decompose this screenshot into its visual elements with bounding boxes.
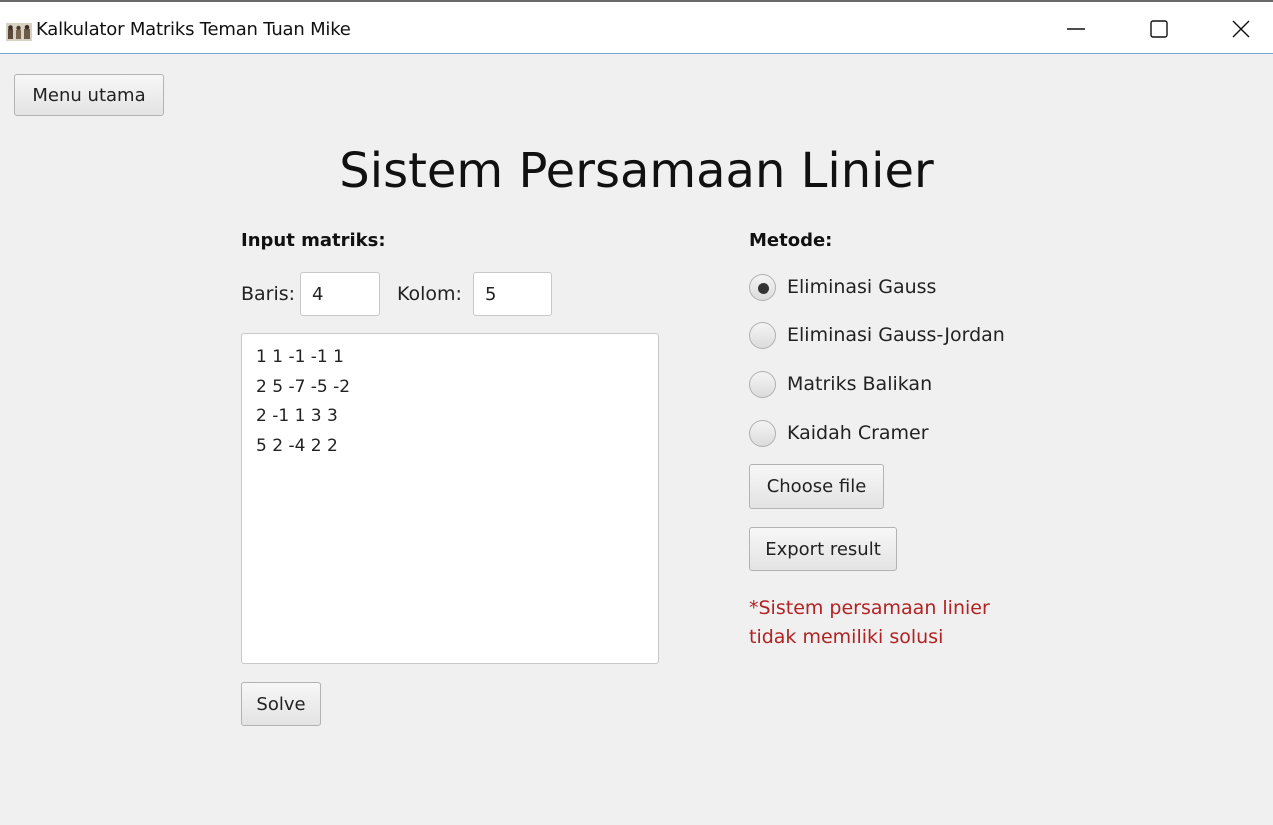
rows-label: Baris: (241, 283, 296, 305)
result-message: *Sistem persamaan linier tidak memiliki … (749, 594, 1029, 652)
radio-label: Eliminasi Gauss-Jordan (787, 324, 1005, 346)
maximize-button[interactable] (1136, 4, 1182, 54)
radio-label: Eliminasi Gauss (787, 276, 937, 298)
radio-selected-icon[interactable] (749, 273, 776, 301)
cols-input[interactable] (473, 272, 552, 316)
method-heading: Metode: (749, 230, 833, 251)
menu-utama-button[interactable]: Menu utama (14, 74, 164, 116)
radio-label: Matriks Balikan (787, 373, 933, 395)
cols-label: Kolom: (397, 283, 462, 305)
app-photo-icon (6, 23, 32, 41)
matrix-textarea[interactable]: 1 1 -1 -1 1 2 5 -7 -5 -2 2 -1 1 3 3 5 2 … (241, 333, 659, 664)
radio-unselected-icon[interactable] (749, 321, 776, 349)
result-message-line1: *Sistem persamaan linier (749, 597, 990, 619)
choose-file-button[interactable]: Choose file (749, 464, 884, 509)
radio-matriks-balikan[interactable]: Matriks Balikan (749, 369, 932, 399)
close-button[interactable] (1218, 4, 1264, 54)
maximize-icon (1150, 20, 1168, 38)
radio-kaidah-cramer[interactable]: Kaidah Cramer (749, 418, 929, 448)
radio-eliminasi-gauss[interactable]: Eliminasi Gauss (749, 272, 936, 302)
rows-input[interactable] (300, 272, 380, 316)
radio-label: Kaidah Cramer (787, 422, 929, 444)
solve-button[interactable]: Solve (241, 682, 321, 726)
radio-eliminasi-gauss-jordan[interactable]: Eliminasi Gauss-Jordan (749, 320, 1005, 350)
radio-unselected-icon[interactable] (749, 419, 776, 447)
radio-unselected-icon[interactable] (749, 370, 776, 398)
page-title: Sistem Persamaan Linier (339, 143, 934, 199)
window-title: Kalkulator Matriks Teman Tuan Mike (36, 19, 351, 40)
export-result-button[interactable]: Export result (749, 527, 897, 571)
input-heading: Input matriks: (241, 230, 386, 251)
window-titlebar: Kalkulator Matriks Teman Tuan Mike (0, 0, 1273, 54)
minimize-button[interactable] (1053, 4, 1099, 54)
minimize-icon (1067, 28, 1085, 30)
result-message-line2: tidak memiliki solusi (749, 626, 944, 648)
close-icon (1232, 20, 1250, 38)
